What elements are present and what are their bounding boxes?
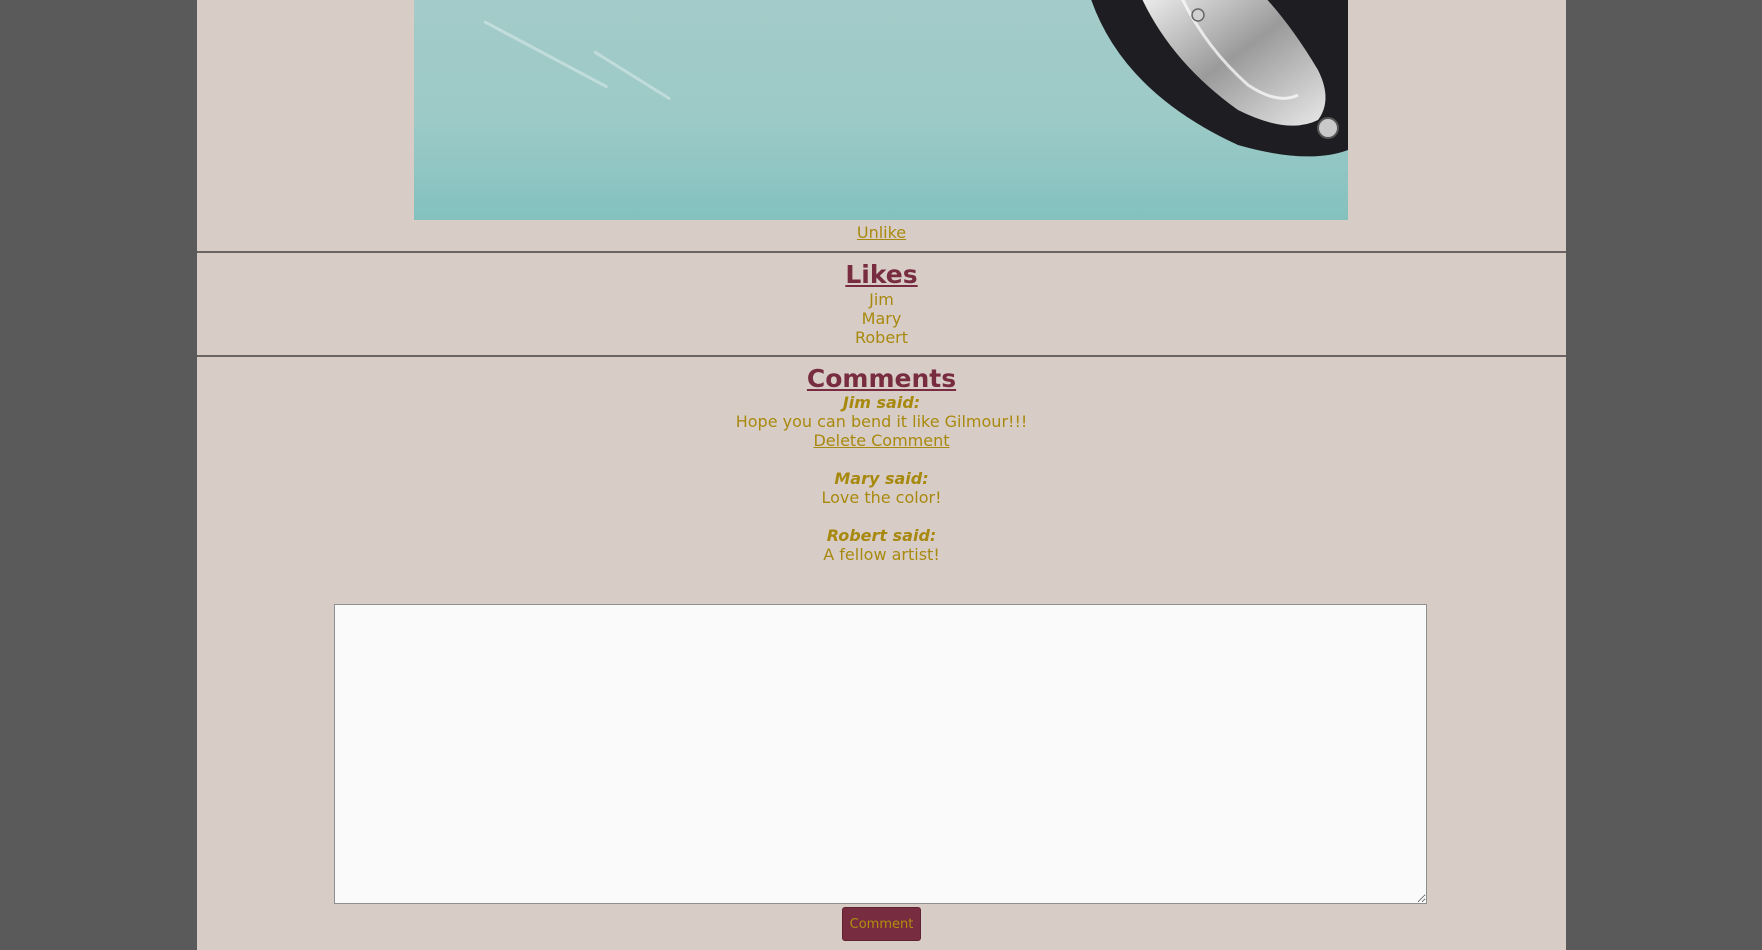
guitar-pickup-icon	[1091, 0, 1348, 157]
comment-text: A fellow artist!	[823, 545, 940, 564]
section-divider	[197, 251, 1566, 253]
comment-author: Mary said:	[834, 469, 929, 488]
delete-comment-link[interactable]: Delete Comment	[197, 431, 1566, 450]
like-user: Jim	[869, 290, 894, 309]
comment-textarea[interactable]	[334, 604, 1427, 904]
comment-author: Robert said:	[826, 526, 937, 545]
post-page: Unlike Likes Jim Mary Robert Comments Ji…	[197, 0, 1566, 950]
comment-text: Love the color!	[821, 488, 942, 507]
post-photo	[414, 0, 1348, 220]
comment-text: Hope you can bend it like Gilmour!!!	[735, 412, 1028, 431]
like-user: Mary	[861, 309, 902, 328]
like-user: Robert	[854, 328, 909, 347]
unlike-link[interactable]: Unlike	[197, 223, 1566, 242]
comment-author: Jim said:	[842, 393, 921, 412]
comment-submit-button[interactable]: Comment	[842, 907, 921, 941]
comments-heading: Comments	[806, 364, 957, 393]
section-divider	[197, 355, 1566, 357]
likes-heading: Likes	[845, 260, 918, 289]
